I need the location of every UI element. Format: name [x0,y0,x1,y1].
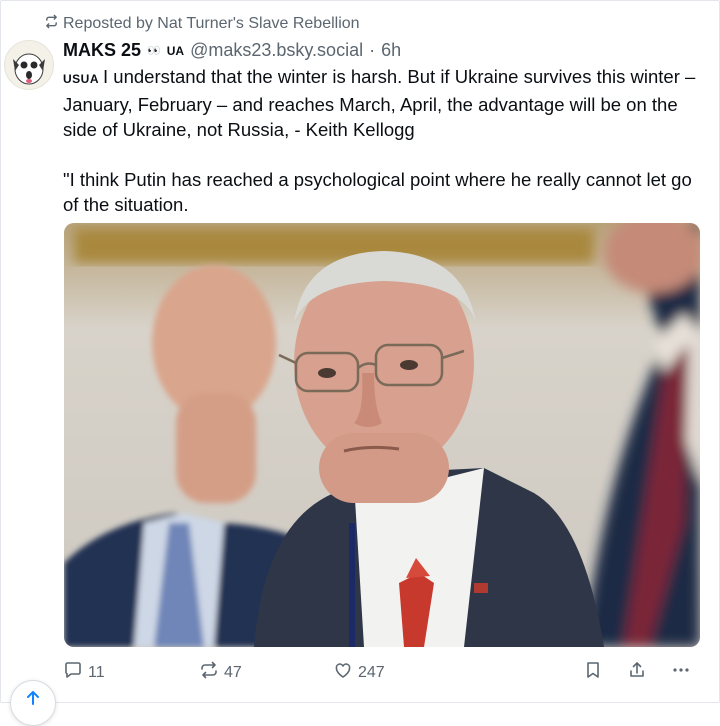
post-time[interactable]: 6h [381,40,401,61]
like-button[interactable]: 247 [333,660,385,685]
post-header: MAKS 25 👀 UA @maks23.bsky.social · 6h [63,40,401,61]
reply-icon [63,660,83,685]
post-text: USUA I understand that the winter is hars… [63,64,703,217]
arrow-up-icon [24,689,42,725]
eyes-emoji: 👀 [147,45,161,57]
share-button[interactable] [627,660,647,685]
scroll-to-top-button[interactable] [10,680,56,726]
share-icon [627,660,647,685]
reply-button[interactable]: 11 [63,660,105,685]
more-icon [671,660,691,685]
flag-label: UA [166,43,185,58]
repost-indicator[interactable]: Reposted by Nat Turner's Slave Rebellion [44,14,360,34]
repost-action-icon [199,660,219,685]
reply-count: 11 [88,663,105,681]
repost-label: Reposted by Nat Turner's Slave Rebellion [63,15,360,32]
post-image[interactable] [64,223,700,647]
bookmark-button[interactable] [583,660,603,685]
more-options-button[interactable] [671,660,691,685]
post-paragraph-1: USUA I understand that the winter is hars… [63,64,703,142]
author-name[interactable]: MAKS 25 [63,40,141,61]
heart-icon [333,660,353,685]
repost-count: 47 [224,663,242,681]
separator: · [369,40,376,60]
post-actions: 11 47 247 [63,660,703,686]
post-line-1: I understand that the winter is harsh. B… [63,66,696,140]
like-count: 247 [358,663,385,681]
bookmark-icon [583,660,603,685]
avatar[interactable] [4,40,54,90]
author-handle[interactable]: @maks23.bsky.social [190,40,363,61]
repost-icon [44,14,59,34]
repost-button[interactable]: 47 [199,660,242,685]
flag-prefix: USUA [63,72,100,86]
post-paragraph-2: "I think Putin has reached a psychologic… [63,169,692,215]
